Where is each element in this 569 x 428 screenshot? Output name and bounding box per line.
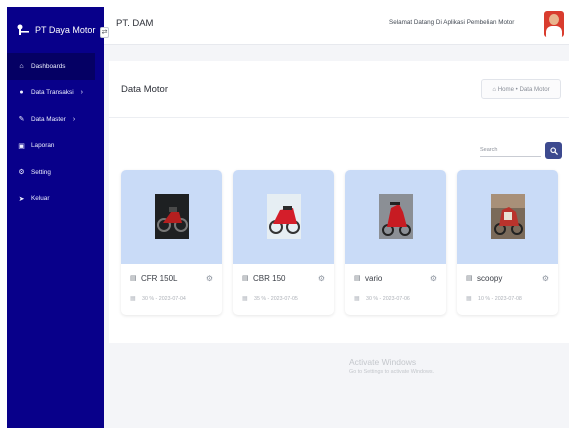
sidebar-item-label: Keluar: [31, 195, 50, 203]
page-title: Data Motor: [121, 84, 168, 95]
brand[interactable]: PT Daya Motor: [7, 7, 104, 53]
sidebar-item-keluar[interactable]: ➤ Keluar: [7, 186, 104, 213]
topbar: ⇄ PT. DAM Selamat Datang Di Aplikasi Pem…: [100, 7, 569, 45]
calendar-icon: ▦: [130, 296, 136, 302]
sidebar-item-data-transaksi[interactable]: ● Data Transaksi ›: [7, 80, 104, 107]
dot-icon: ●: [19, 89, 24, 97]
product-name: CFR 150L: [141, 274, 178, 283]
page-header: Data Motor ⌂ Home • Data Motor: [109, 61, 569, 118]
product-meta: 30 % - 2023-07-06: [366, 296, 410, 302]
gear-icon[interactable]: ⚙: [318, 274, 325, 283]
tag-icon: ✎: [18, 116, 25, 124]
product-card-vario[interactable]: ▤ vario ⚙ ▦ 30 % - 2023-07-06: [345, 170, 446, 315]
avatar-body: [546, 26, 562, 37]
product-meta: 30 % - 2023-07-04: [142, 296, 186, 302]
sidebar-toggle-button[interactable]: ⇄: [100, 27, 109, 38]
watermark-title: Activate Windows: [349, 357, 417, 367]
calendar-icon: ▦: [354, 296, 360, 302]
document-icon: ▤: [242, 275, 249, 282]
sidebar-item-laporan[interactable]: ▣ Laporan: [7, 133, 104, 160]
document-icon: ▤: [466, 275, 473, 282]
breadcrumb[interactable]: ⌂ Home • Data Motor: [481, 79, 561, 99]
sidebar-item-label: Data Transaksi: [31, 89, 74, 97]
sidebar-item-data-master[interactable]: ✎ Data Master ›: [7, 106, 104, 133]
bag-icon: ▣: [18, 142, 25, 150]
search-icon: [549, 146, 558, 155]
product-name: CBR 150: [253, 274, 286, 283]
chevron-right-icon: ›: [72, 115, 76, 123]
sidebar-item-label: Laporan: [31, 142, 55, 150]
sidebar-item-dashboards[interactable]: ⌂ Dashboards: [7, 53, 95, 80]
avatar-head: [549, 14, 559, 25]
product-card-cbr150[interactable]: ▤ CBR 150 ⚙ ▦ 35 % - 2023-07-05: [233, 170, 334, 315]
app-title: PT. DAM: [116, 18, 154, 29]
motorcycle-photo: [155, 194, 189, 239]
motorcycle-photo: [267, 194, 301, 239]
product-image: [233, 170, 334, 264]
product-image: [121, 170, 222, 264]
sidebar-item-label: Data Master: [31, 115, 66, 123]
sidebar-item-label: Setting: [31, 168, 51, 176]
calendar-icon: ▦: [242, 296, 248, 302]
calendar-icon: ▦: [466, 296, 472, 302]
product-name: vario: [365, 274, 383, 283]
search-button[interactable]: [545, 142, 562, 159]
motorcycle-photo: [379, 194, 413, 239]
search-input[interactable]: [480, 143, 541, 157]
motorcycle-logo-icon: [16, 23, 30, 37]
gear-icon[interactable]: ⚙: [542, 274, 549, 283]
sidebar-item-label: Dashboards: [31, 62, 66, 70]
gear-icon: ⚙: [18, 169, 25, 177]
product-meta: 10 % - 2023-07-08: [478, 296, 522, 302]
sidebar: PT Daya Motor ⌂ Dashboards ● Data Transa…: [7, 7, 104, 428]
chevron-right-icon: ›: [80, 89, 83, 97]
document-icon: ▤: [354, 275, 361, 282]
send-icon: ➤: [18, 195, 25, 203]
content-card: ▤ CFR 150L ⚙ ▦ 30 % - 2023-07-04 ▤: [109, 118, 569, 343]
product-meta: 35 % - 2023-07-05: [254, 296, 298, 302]
product-name: scoopy: [477, 274, 503, 283]
home-icon: ⌂: [19, 62, 24, 70]
welcome-text: Selamat Datang Di Aplikasi Pembelian Mot…: [389, 19, 515, 26]
motorcycle-photo: [491, 194, 525, 239]
sidebar-item-setting[interactable]: ⚙ Setting: [7, 159, 104, 186]
main-area: ⇄ PT. DAM Selamat Datang Di Aplikasi Pem…: [100, 7, 569, 428]
windows-activation-watermark: Activate Windows Go to Settings to activ…: [349, 357, 434, 375]
gear-icon[interactable]: ⚙: [430, 274, 437, 283]
document-icon: ▤: [130, 275, 137, 282]
avatar[interactable]: [544, 11, 564, 37]
product-card-cfr150l[interactable]: ▤ CFR 150L ⚙ ▦ 30 % - 2023-07-04: [121, 170, 222, 315]
gear-icon[interactable]: ⚙: [206, 274, 213, 283]
watermark-subtitle: Go to Settings to activate Windows.: [349, 369, 435, 375]
product-card-scoopy[interactable]: ▤ scoopy ⚙ ▦ 10 % - 2023-07-08: [457, 170, 558, 315]
product-image: [457, 170, 558, 264]
brand-name: PT Daya Motor: [35, 25, 96, 35]
product-image: [345, 170, 446, 264]
